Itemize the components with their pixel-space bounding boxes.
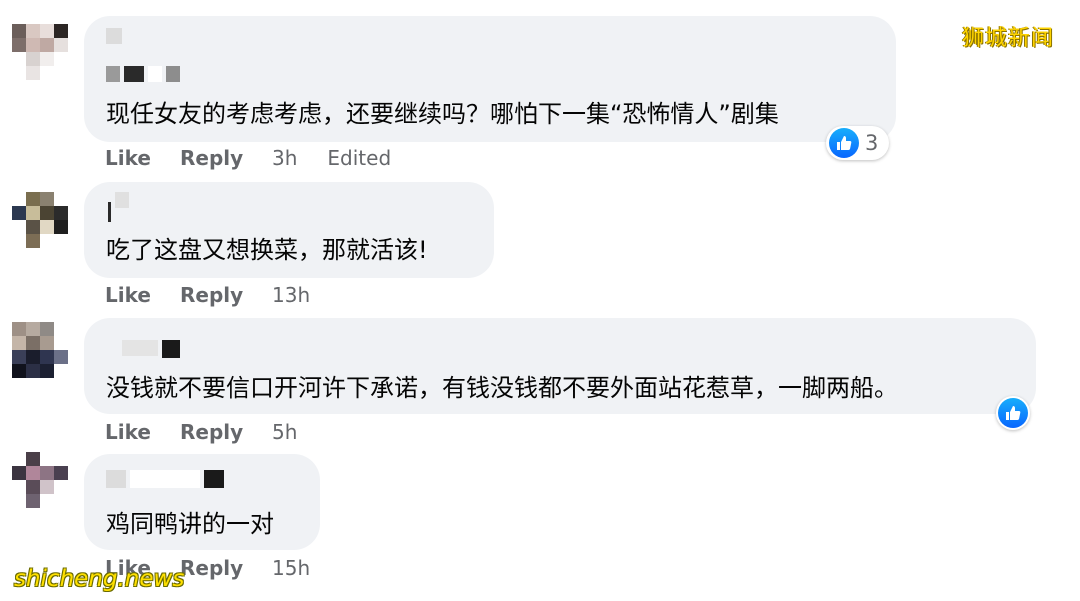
author-name[interactable] [106, 192, 129, 222]
timestamp[interactable]: 3h [272, 146, 297, 170]
comment-bubble: 鸡同鸭讲的一对 [84, 454, 320, 550]
reaction-badge[interactable] [996, 396, 1030, 430]
reply-link[interactable]: Reply [180, 556, 272, 580]
edited-label[interactable]: Edited [327, 146, 391, 170]
comment-text: 鸡同鸭讲的一对 [106, 510, 274, 538]
like-icon [829, 128, 859, 158]
watermark-bottom-left: shicheng.news [14, 566, 185, 592]
like-link[interactable]: Like [105, 420, 180, 444]
author-name[interactable] [122, 340, 180, 358]
avatar[interactable] [12, 24, 68, 80]
like-link[interactable]: Like [105, 146, 180, 170]
comment-bubble: 吃了这盘又想换菜，那就活该! [84, 182, 494, 278]
comment-actions: Like Reply 13h [105, 283, 340, 307]
comment-text: 没钱就不要信口开河许下承诺，有钱没钱都不要外面站花惹草，一脚两船。 [106, 374, 898, 402]
avatar[interactable] [12, 192, 68, 248]
watermark-top-right: 狮城新闻 [962, 26, 1055, 51]
author-name-line [106, 66, 180, 82]
comment-bubble: 没钱就不要信口开河许下承诺，有钱没钱都不要外面站花惹草，一脚两船。 [84, 318, 1036, 414]
reply-link[interactable]: Reply [180, 283, 272, 307]
reaction-count: 3 [865, 131, 879, 155]
comment-text: 现任女友的考虑考虑，还要继续吗？哪怕下一集“恐怖情人”剧集 [106, 100, 779, 128]
timestamp[interactable]: 15h [272, 556, 310, 580]
author-name[interactable] [106, 28, 122, 44]
comment-bubble: 现任女友的考虑考虑，还要继续吗？哪怕下一集“恐怖情人”剧集 [84, 16, 896, 142]
reply-link[interactable]: Reply [180, 146, 272, 170]
timestamp[interactable]: 13h [272, 283, 310, 307]
avatar[interactable] [12, 322, 68, 378]
avatar[interactable] [12, 452, 68, 508]
reply-link[interactable]: Reply [180, 420, 272, 444]
like-icon [998, 398, 1028, 428]
comment-text: 吃了这盘又想换菜，那就活该! [106, 236, 428, 264]
comment-actions: Like Reply 5h [105, 420, 327, 444]
timestamp[interactable]: 5h [272, 420, 297, 444]
author-name[interactable] [106, 470, 224, 488]
reaction-badge[interactable]: 3 [826, 126, 890, 160]
comment-actions: Like Reply 3h Edited [105, 146, 391, 170]
like-link[interactable]: Like [105, 283, 180, 307]
